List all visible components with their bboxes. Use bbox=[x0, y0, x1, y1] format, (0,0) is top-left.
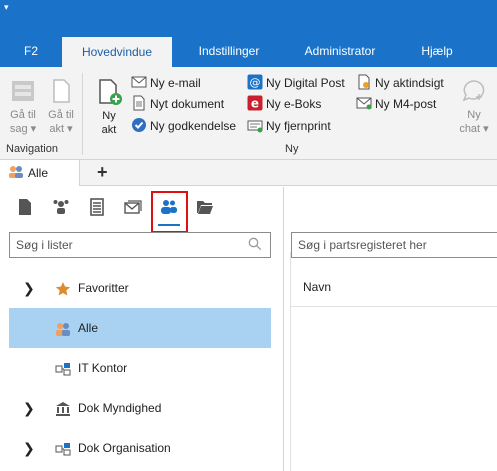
ribbon: Gå til sag ▾ Gå til akt ▾ Navigation Ny … bbox=[0, 67, 497, 160]
new-remote-print-label: Ny fjernprint bbox=[266, 119, 331, 133]
navigation-group-label: Navigation bbox=[6, 143, 58, 155]
column-header-navn[interactable]: Navn bbox=[303, 280, 331, 294]
new-document-button[interactable]: Nyt dokument bbox=[131, 94, 224, 114]
tree-item-alle[interactable]: Alle bbox=[9, 308, 271, 348]
go-to-file-label-1: Gå til bbox=[48, 109, 74, 121]
new-m4-post-button[interactable]: Ny M4-post bbox=[356, 94, 436, 114]
quick-access-chevron-icon[interactable]: ▾ bbox=[4, 2, 9, 13]
panel-splitter[interactable] bbox=[283, 187, 284, 471]
tree-item-label: Alle bbox=[78, 321, 99, 335]
tree-item-label: Dok Organisation bbox=[78, 441, 171, 455]
new-remote-print-button[interactable]: Ny fjernprint bbox=[247, 116, 331, 136]
svg-text:e: e bbox=[251, 97, 259, 111]
go-to-case-label-2: sag ▾ bbox=[9, 123, 37, 135]
new-approval-button[interactable]: Ny godkendelse bbox=[131, 116, 236, 136]
tree-item-label: Favoritter bbox=[78, 281, 129, 295]
new-group-label: Ny bbox=[285, 143, 299, 155]
new-email-button[interactable]: Ny e-mail bbox=[131, 73, 201, 93]
m4-post-icon bbox=[356, 97, 372, 110]
tab-hjaelp[interactable]: Hjælp bbox=[414, 35, 460, 67]
new-m4-post-label: Ny M4-post bbox=[375, 97, 437, 111]
new-document-label: Nyt dokument bbox=[150, 97, 225, 111]
new-digital-post-button[interactable]: @ Ny Digital Post bbox=[247, 73, 345, 93]
title-bar: ▾ bbox=[0, 0, 497, 35]
tab-f2[interactable]: F2 bbox=[16, 35, 46, 67]
tree-item-label: IT Kontor bbox=[78, 361, 128, 375]
eboks-icon: e bbox=[247, 95, 263, 111]
party-register-search-input[interactable] bbox=[292, 233, 497, 257]
list-search-input[interactable] bbox=[10, 233, 270, 257]
go-to-case-button[interactable]: Gå til sag ▾ bbox=[6, 77, 40, 136]
records-list-button[interactable] bbox=[85, 195, 109, 219]
tree-item-dok-organisation[interactable]: ❯ Dok Organisation bbox=[9, 428, 271, 468]
case-folder-icon bbox=[12, 81, 34, 101]
org-unit-icon bbox=[55, 443, 71, 456]
header-divider bbox=[291, 306, 497, 307]
go-to-file-button[interactable]: Gå til akt ▾ bbox=[44, 77, 78, 136]
tree-item-favoritter[interactable]: ❯ Favoritter bbox=[9, 268, 271, 308]
email-icon bbox=[131, 76, 147, 88]
new-chat-button[interactable]: Ny chat ▾ bbox=[456, 77, 492, 136]
open-folder-icon bbox=[197, 201, 213, 214]
new-file-label-2: akt bbox=[101, 124, 117, 136]
new-file-button[interactable]: Ny akt bbox=[92, 77, 126, 137]
tab-alle[interactable]: Alle bbox=[0, 160, 80, 186]
list-search-box bbox=[9, 232, 271, 258]
document-icon bbox=[19, 199, 31, 215]
new-access-request-label: Ny aktindsigt bbox=[375, 76, 444, 90]
ribbon-tab-bar: F2 Hovedvindue Indstillinger Administrat… bbox=[0, 35, 497, 67]
tree-item-it-kontor[interactable]: IT Kontor bbox=[9, 348, 271, 388]
team-icon bbox=[53, 200, 69, 214]
go-to-case-label-1: Gå til bbox=[10, 109, 36, 121]
document-icon bbox=[133, 95, 145, 111]
chevron-right-icon[interactable]: ❯ bbox=[23, 428, 35, 468]
new-chat-label-2: chat ▾ bbox=[459, 123, 489, 135]
documents-list-button[interactable] bbox=[13, 195, 37, 219]
new-eboks-label: Ny e-Boks bbox=[266, 97, 322, 111]
new-file-label-1: Ny bbox=[102, 110, 116, 122]
tab-indstillinger[interactable]: Indstillinger bbox=[184, 35, 274, 67]
mail-stack-icon bbox=[124, 200, 142, 214]
new-access-request-button[interactable]: Ny aktindsigt bbox=[356, 73, 444, 93]
tab-alle-label: Alle bbox=[28, 166, 49, 180]
new-eboks-button[interactable]: e Ny e-Boks bbox=[247, 94, 321, 114]
new-digital-post-label: Ny Digital Post bbox=[266, 76, 345, 90]
authority-building-icon bbox=[56, 402, 70, 416]
tab-hovedvindue[interactable]: Hovedvindue bbox=[62, 37, 172, 67]
folders-list-button[interactable] bbox=[193, 195, 217, 219]
new-chat-label-1: Ny bbox=[467, 109, 481, 121]
org-unit-icon bbox=[55, 363, 71, 376]
tab-administrator[interactable]: Administrator bbox=[292, 35, 388, 67]
mail-list-button[interactable] bbox=[121, 195, 145, 219]
people-icon bbox=[9, 166, 23, 178]
list-type-toolbar bbox=[0, 187, 283, 231]
approval-check-icon bbox=[132, 118, 146, 132]
access-request-icon bbox=[358, 74, 370, 90]
list-icon bbox=[90, 198, 104, 216]
new-email-label: Ny e-mail bbox=[150, 76, 201, 90]
chevron-right-icon[interactable]: ❯ bbox=[23, 388, 35, 428]
new-approval-label: Ny godkendelse bbox=[150, 119, 237, 133]
document-tab-bar: Alle + bbox=[0, 160, 497, 186]
tree-item-dok-myndighed[interactable]: ❯ Dok Myndighed bbox=[9, 388, 271, 428]
remote-print-icon bbox=[247, 120, 263, 133]
team-list-button[interactable] bbox=[49, 195, 73, 219]
party-register-search-box bbox=[291, 232, 497, 258]
ribbon-separator bbox=[82, 73, 83, 155]
file-page-icon bbox=[53, 79, 70, 103]
svg-text:@: @ bbox=[250, 76, 261, 89]
grid-left-border bbox=[290, 252, 291, 471]
search-icon[interactable] bbox=[248, 237, 262, 251]
digital-post-icon: @ bbox=[247, 74, 263, 90]
tree-item-label: Dok Myndighed bbox=[78, 401, 162, 415]
highlight-box bbox=[151, 191, 188, 233]
star-icon bbox=[55, 282, 71, 296]
chevron-right-icon[interactable]: ❯ bbox=[23, 268, 35, 308]
go-to-file-label-2: akt ▾ bbox=[49, 123, 73, 135]
chat-bubble-icon bbox=[462, 80, 485, 102]
new-file-icon bbox=[99, 79, 122, 105]
add-tab-button[interactable]: + bbox=[97, 162, 108, 183]
people-icon bbox=[56, 323, 70, 336]
